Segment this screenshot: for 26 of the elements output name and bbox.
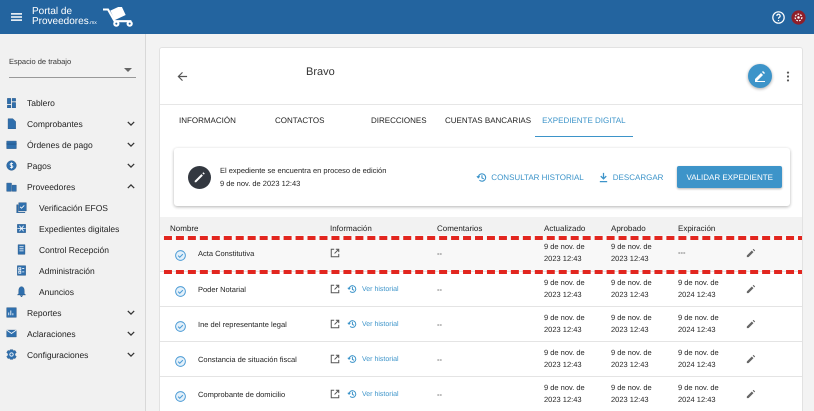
column-header: Nombre [170, 224, 200, 233]
column-header: Actualizado [544, 224, 586, 233]
tab[interactable]: CONTACTOS [263, 105, 359, 137]
nav-item[interactable]: Comprobantes [0, 113, 145, 134]
nav-subitem[interactable]: Anuncios [0, 281, 145, 302]
nav-item[interactable]: Configuraciones [0, 344, 145, 365]
nav-subitem[interactable]: Verificación EFOS [0, 197, 145, 218]
nav-subitem[interactable]: Control Recepción [0, 239, 145, 260]
nav-item[interactable]: Proveedores [0, 176, 145, 197]
nav-item[interactable]: Pagos [0, 155, 145, 176]
logo-text: Portal de [32, 6, 74, 16]
logo-text: Proveedores [32, 16, 89, 26]
nav-item[interactable]: Tablero [0, 92, 145, 113]
nav-item[interactable]: Órdenes de pago [0, 134, 145, 155]
column-header: Información [330, 224, 373, 233]
tab[interactable]: DIRECCIONES [359, 105, 441, 137]
column-header: Expiración [678, 224, 716, 233]
nav-item[interactable]: Reportes [0, 302, 145, 323]
supplier-name: Bravo [306, 66, 335, 78]
column-header: Aprobado [611, 224, 647, 233]
column-header: Comentarios [437, 224, 484, 233]
tab[interactable]: INFORMACIÓN [167, 105, 263, 137]
nav-item[interactable]: Aclaraciones [0, 323, 145, 344]
tab[interactable]: CUENTAS BANCARIAS [441, 105, 536, 137]
nav-subitem[interactable]: Expedientes digitales [0, 218, 145, 239]
nav-subitem[interactable]: Administración [0, 260, 145, 281]
